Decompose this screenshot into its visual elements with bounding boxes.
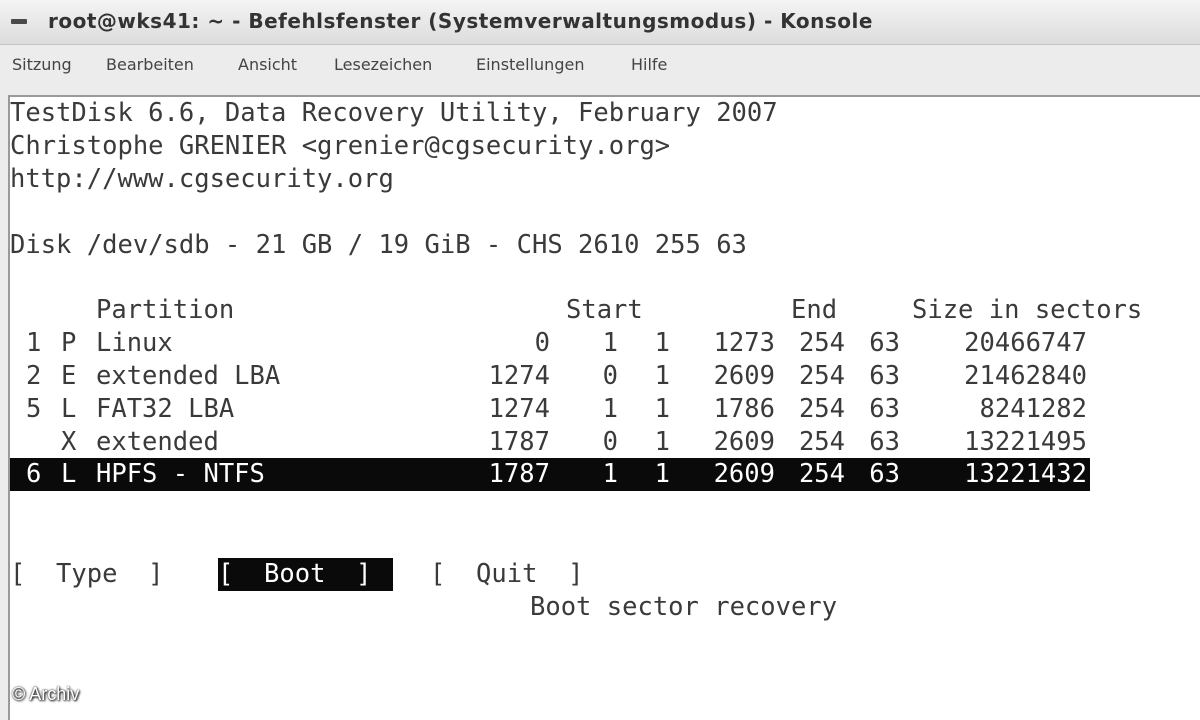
disk-info: Disk /dev/sdb - 21 GB / 19 GiB - CHS 261… [10, 230, 747, 260]
row-start-sec: 1 [654, 361, 670, 391]
row-end-head: 254 [798, 459, 845, 489]
row-end-sec: 63 [869, 394, 900, 424]
row-name: Linux [96, 328, 173, 358]
row-start-head: 0 [602, 361, 618, 391]
row-start-cyl: 0 [534, 328, 550, 358]
menu-bearbeiten[interactable]: Bearbeiten [106, 55, 194, 74]
row-end-sec: 63 [869, 361, 900, 391]
row-end-head: 254 [798, 427, 845, 457]
row-type: P [61, 328, 77, 358]
row-start-head: 0 [602, 427, 618, 457]
quit-button[interactable]: [ Quit ] [430, 558, 584, 591]
website-line: http://www.cgsecurity.org [10, 164, 394, 194]
row-num: 2 [26, 361, 42, 391]
row-end-sec: 63 [869, 328, 900, 358]
row-start-head: 1 [602, 394, 618, 424]
row-end-cyl: 1273 [713, 328, 775, 358]
row-end-cyl: 2609 [713, 361, 775, 391]
boot-button[interactable]: [ Boot ] [218, 558, 393, 591]
menu-sitzung[interactable]: Sitzung [12, 55, 72, 74]
row-type: E [61, 361, 77, 391]
row-start-cyl: 1274 [488, 361, 550, 391]
row-name: HPFS - NTFS [96, 459, 265, 489]
menu-hilfe[interactable]: Hilfe [631, 55, 667, 74]
row-type: L [61, 459, 77, 489]
row-start-cyl: 1274 [488, 394, 550, 424]
row-size: 13221432 [964, 459, 1087, 489]
window-titlebar[interactable]: root@wks41: ~ - Befehlsfenster (Systemve… [0, 0, 1200, 45]
header-size: Size in sectors [912, 295, 1143, 325]
header-partition: Partition [96, 295, 235, 325]
header-end: End [791, 295, 838, 325]
row-end-head: 254 [798, 394, 845, 424]
terminal-screen[interactable]: TestDisk 6.6, Data Recovery Utility, Feb… [8, 95, 1200, 720]
status-hint: Boot sector recovery [530, 592, 838, 622]
row-end-cyl: 2609 [713, 427, 775, 457]
row-start-sec: 1 [654, 394, 670, 424]
program-title: TestDisk 6.6, Data Recovery Utility, Feb… [10, 98, 778, 128]
window-menu-icon[interactable] [6, 10, 32, 32]
row-start-sec: 1 [654, 459, 670, 489]
row-end-sec: 63 [869, 459, 900, 489]
row-start-sec: 1 [654, 328, 670, 358]
row-start-sec: 1 [654, 427, 670, 457]
boot-button-label: [ Boot ] [218, 559, 372, 589]
row-end-sec: 63 [869, 427, 900, 457]
type-button[interactable]: [ Type ] [10, 558, 164, 591]
row-end-head: 254 [798, 328, 845, 358]
row-end-head: 254 [798, 361, 845, 391]
row-start-head: 1 [602, 459, 618, 489]
row-name: extended [96, 427, 219, 457]
table-row-selected[interactable]: 6 L HPFS - NTFS 1787 1 1 2609 254 63 132… [10, 458, 1090, 491]
menu-bar: Sitzung Bearbeiten Ansicht Lesezeichen E… [0, 45, 1200, 87]
row-size: 8241282 [979, 394, 1087, 424]
row-size: 20466747 [964, 328, 1087, 358]
menu-ansicht[interactable]: Ansicht [238, 55, 297, 74]
menu-einstellungen[interactable]: Einstellungen [476, 55, 584, 74]
row-size: 13221495 [964, 427, 1087, 457]
menu-lesezeichen[interactable]: Lesezeichen [334, 55, 432, 74]
row-type: X [61, 427, 77, 457]
row-size: 21462840 [964, 361, 1087, 391]
row-num: 6 [26, 459, 42, 489]
row-num: 5 [26, 394, 42, 424]
window-title: root@wks41: ~ - Befehlsfenster (Systemve… [48, 9, 873, 33]
copyright-watermark: © Archiv [12, 684, 80, 704]
row-name: extended LBA [96, 361, 281, 391]
author-line: Christophe GRENIER <grenier@cgsecurity.o… [10, 131, 671, 161]
row-end-cyl: 2609 [713, 459, 775, 489]
row-name: FAT32 LBA [96, 394, 235, 424]
row-end-cyl: 1786 [713, 394, 775, 424]
row-start-head: 1 [602, 328, 618, 358]
header-start: Start [566, 295, 643, 325]
row-num: 1 [26, 328, 42, 358]
row-start-cyl: 1787 [488, 459, 550, 489]
row-type: L [61, 394, 77, 424]
row-start-cyl: 1787 [488, 427, 550, 457]
